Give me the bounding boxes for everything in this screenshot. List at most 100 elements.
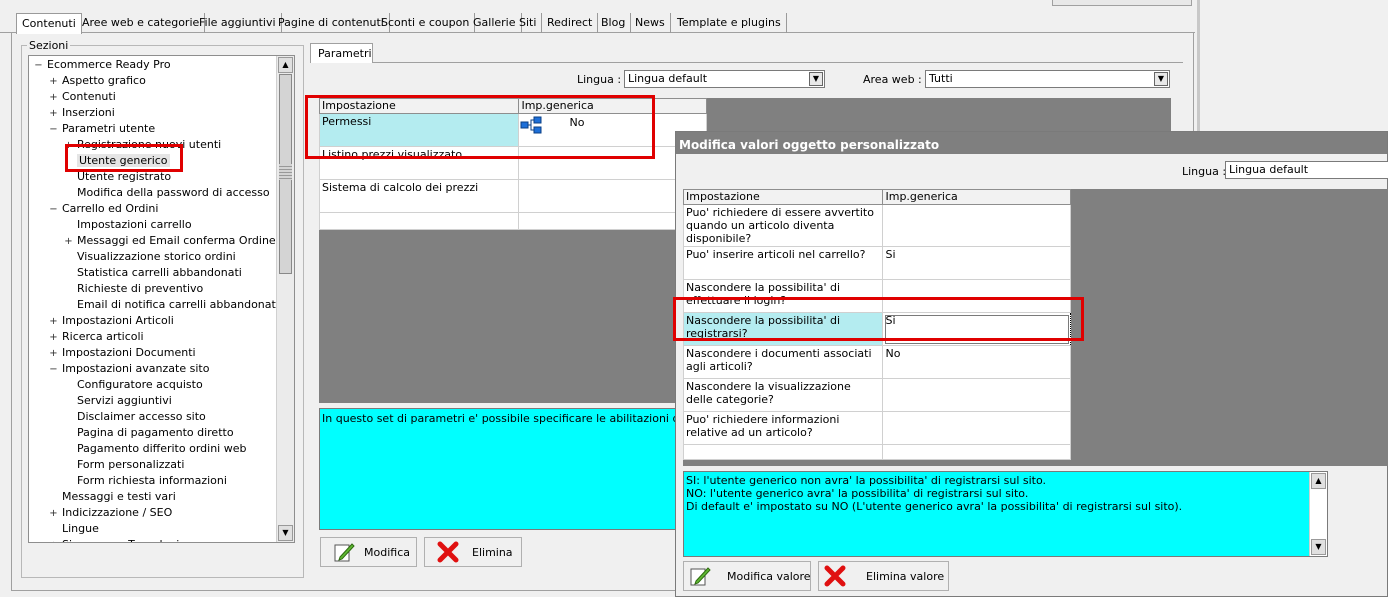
expand-icon[interactable]: + (49, 346, 58, 362)
tab-contenuti[interactable]: Contenuti (16, 13, 82, 34)
sidebar-item[interactable]: + Inserzioni (49, 105, 115, 121)
sidebar-item[interactable]: − Ecommerce Ready Pro (34, 57, 170, 74)
modifica-button[interactable]: Modifica (320, 537, 417, 567)
sidebar-item[interactable]: Modifica della password di accesso (64, 185, 270, 201)
row-value[interactable]: No (882, 345, 1071, 379)
tab-template-plugins[interactable]: Template e plugins (672, 13, 787, 33)
tab-aree-web[interactable]: Aree web e categorie (77, 13, 206, 33)
col-header-imp-generica[interactable]: Imp.generica (882, 189, 1071, 205)
expand-icon[interactable]: + (49, 538, 58, 542)
table-row[interactable]: Puo' inserire articoli nel carrello? Si (682, 246, 1071, 280)
sidebar-item[interactable]: Disclaimer accesso sito (64, 409, 206, 425)
sidebar-item-label: Inserzioni (62, 106, 115, 119)
sidebar-item[interactable]: Email di notifica carrelli abbandonati (64, 297, 279, 313)
tab-siti[interactable]: Siti (514, 13, 543, 33)
modifica-valore-button[interactable]: Modifica valore (683, 561, 811, 591)
row-name[interactable]: Sistema di calcolo dei prezzi (318, 179, 520, 213)
expand-icon[interactable]: + (49, 506, 58, 522)
sections-tree: − Ecommerce Ready Pro + Aspetto grafico + Con… (28, 55, 295, 543)
row-name[interactable]: Puo' richiedere di essere avvertito quan… (682, 204, 884, 247)
modifica-label: Modifica (364, 546, 410, 559)
chevron-down-icon[interactable]: ▼ (1154, 72, 1168, 86)
table-row[interactable] (318, 212, 707, 230)
expand-icon[interactable]: + (49, 106, 58, 122)
sidebar-item[interactable]: + Aspetto grafico (49, 73, 146, 89)
expand-icon[interactable]: + (49, 90, 58, 106)
lingua-select-value: Lingua default (628, 72, 708, 85)
chevron-down-icon[interactable]: ▼ (809, 72, 823, 86)
area-web-select[interactable]: Tutti ▼ (925, 70, 1170, 88)
sidebar-item[interactable]: Messaggi e testi vari (49, 489, 176, 505)
sidebar-item-label: Impostazioni carrello (77, 218, 192, 231)
expand-icon[interactable]: + (49, 330, 58, 346)
row-name[interactable]: Puo' inserire articoli nel carrello? (682, 246, 884, 280)
collapse-icon[interactable]: − (49, 362, 58, 378)
sections-legend: Sezioni (27, 39, 71, 52)
tab-pagine-contenuti[interactable]: Pagine di contenuti (273, 13, 390, 33)
sidebar-item[interactable]: Lingue (49, 521, 99, 537)
sidebar-item[interactable]: + Impostazioni Articoli (49, 313, 174, 329)
tab-sconti-coupon[interactable]: Sconti e coupon (376, 13, 476, 33)
sidebar-item[interactable]: Pagina di pagamento diretto (64, 425, 234, 441)
table-row[interactable]: Nascondere la visualizzazione delle cate… (682, 378, 1071, 412)
scroll-up-icon[interactable]: ▲ (278, 57, 293, 73)
collapse-icon[interactable]: − (49, 122, 58, 138)
sidebar-item[interactable]: Form personalizzati (64, 457, 184, 473)
scroll-grip (279, 164, 292, 180)
table-row[interactable]: Nascondere i documenti associati agli ar… (682, 345, 1071, 379)
row-value[interactable] (882, 411, 1071, 445)
sidebar-item-label: Ricerca articoli (62, 330, 144, 343)
tab-redirect[interactable]: Redirect (542, 13, 599, 33)
table-row[interactable]: Puo' richiedere informazioni relative ad… (682, 411, 1071, 445)
collapse-icon[interactable]: − (34, 58, 43, 74)
col-header-impostazione[interactable]: Impostazione (682, 189, 884, 205)
top-right-button[interactable] (1052, 0, 1192, 6)
params-tab[interactable]: Parametri (310, 43, 373, 63)
sidebar-item-label: Pagina di pagamento diretto (77, 426, 234, 439)
expand-icon[interactable]: + (49, 74, 58, 90)
sidebar-item[interactable]: − Carrello ed Ordini (49, 201, 158, 217)
sidebar-item[interactable]: + Ricerca articoli (49, 329, 144, 346)
sidebar-item[interactable]: Configuratore acquisto (64, 377, 203, 393)
sidebar-item[interactable]: + Impostazioni Documenti (49, 345, 195, 362)
sidebar-item[interactable]: + Messaggi ed Email conferma Ordine (64, 233, 275, 250)
sidebar-item[interactable]: Impostazioni carrello (64, 217, 192, 233)
tree-scrollbar[interactable]: ▲ ▼ (276, 56, 294, 542)
table-row[interactable] (682, 444, 1071, 460)
top-strip (0, 0, 1195, 13)
sidebar-item[interactable]: + Indicizzazione / SEO (49, 505, 172, 521)
scroll-up-icon[interactable]: ▲ (1311, 473, 1326, 489)
sidebar-item[interactable]: Servizi aggiuntivi (64, 393, 172, 409)
row-value[interactable] (882, 378, 1071, 412)
collapse-icon[interactable]: − (49, 202, 58, 218)
sidebar-item[interactable]: + Contenuti (49, 89, 115, 106)
sidebar-item[interactable]: − Impostazioni avanzate sito (49, 361, 209, 377)
table-row[interactable]: Sistema di calcolo dei prezzi (318, 179, 707, 213)
scroll-down-icon[interactable]: ▼ (278, 525, 293, 541)
row-value[interactable]: Si (882, 246, 1071, 280)
sidebar-item[interactable]: Statistica carrelli abbandonati (64, 265, 242, 281)
sidebar-item[interactable]: Pagamento differito ordini web (64, 441, 246, 457)
sidebar-item[interactable]: Visualizzazione storico ordini (64, 249, 236, 265)
sidebar-item[interactable]: + Sicurezza e Tecnologia (49, 537, 186, 542)
tab-file-aggiuntivi[interactable]: File aggiuntivi (194, 13, 282, 33)
scroll-down-icon[interactable]: ▼ (1311, 539, 1326, 555)
expand-icon[interactable]: + (49, 314, 58, 330)
table-row[interactable]: Puo' richiedere di essere avvertito quan… (682, 204, 1071, 247)
expand-icon[interactable]: + (64, 234, 73, 250)
dialog-lingua-select[interactable]: Lingua default (1225, 161, 1388, 179)
row-value[interactable] (882, 204, 1071, 247)
lingua-select[interactable]: Lingua default ▼ (624, 70, 825, 88)
sidebar-item[interactable]: Richieste di preventivo (64, 281, 203, 297)
row-name[interactable]: Puo' richiedere informazioni relative ad… (682, 411, 884, 445)
row-name[interactable]: Nascondere i documenti associati agli ar… (682, 345, 884, 379)
sidebar-item[interactable]: Form richiesta informazioni (64, 473, 227, 489)
description-scrollbar[interactable]: ▲ ▼ (1309, 472, 1327, 556)
elimina-button[interactable]: Elimina (424, 537, 522, 567)
row-name[interactable]: Nascondere la visualizzazione delle cate… (682, 378, 884, 412)
tab-news[interactable]: News (630, 13, 671, 33)
tab-blog[interactable]: Blog (596, 13, 632, 33)
sidebar-item[interactable]: − Parametri utente (49, 121, 155, 137)
main-tab-bar: Contenuti Aree web e categorie File aggi… (0, 13, 1195, 34)
elimina-valore-button[interactable]: Elimina valore (818, 561, 949, 591)
